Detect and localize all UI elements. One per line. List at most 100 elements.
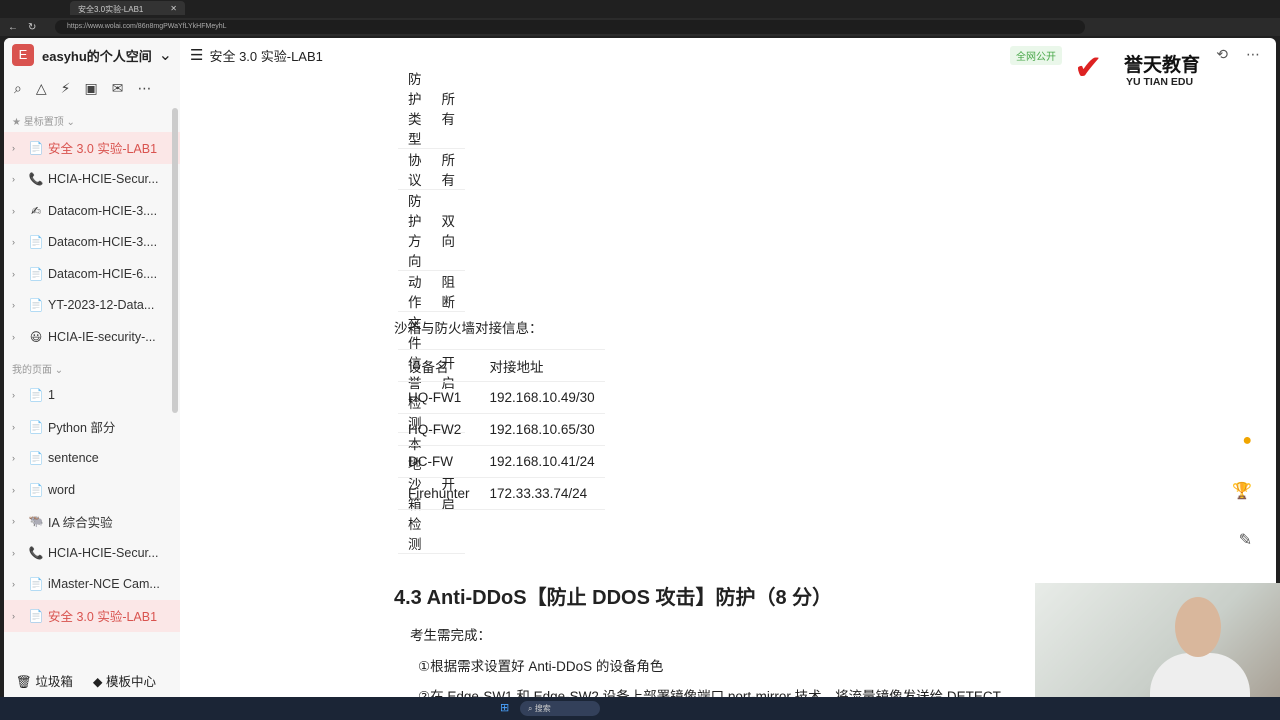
search-icon[interactable]: ⌕: [14, 80, 22, 97]
sidebar-item[interactable]: › 📄 1: [4, 380, 180, 412]
table-cell: 所有: [431, 148, 465, 190]
sidebar-item[interactable]: › 📞 HCIA-HCIE-Secur...: [4, 164, 180, 196]
step-1: ①根据需求设置好 Anti-DDoS 的设备角色: [418, 659, 664, 674]
chevron-right-icon[interactable]: ›: [12, 579, 24, 589]
page-icon: 📄: [28, 419, 44, 434]
sidebar-item-label: word: [48, 482, 76, 497]
chevron-right-icon[interactable]: ›: [12, 485, 24, 495]
my-pages-section[interactable]: 我的页面 ⌄: [4, 353, 180, 380]
table-cell: 192.168.10.41/24: [479, 445, 605, 478]
table-row: DC-FW 192.168.10.41/24: [398, 445, 605, 478]
page-icon: 📄: [28, 608, 44, 623]
sidebar-item[interactable]: › 😃 HCIA-IE-security-...: [4, 321, 180, 353]
taskbar-search[interactable]: ⌕ 搜索: [520, 701, 600, 716]
edit-icon[interactable]: ✎: [1239, 530, 1252, 550]
sidebar-item-label: Datacom-HCIE-3....: [48, 235, 158, 250]
workspace-switcher[interactable]: Eeasyhu的个人空间 ⌄: [4, 38, 180, 72]
table-row: HQ-FW2 192.168.10.65/30: [398, 413, 605, 446]
browser-tabbar: 安全3.0实验-LAB1 ✕: [0, 0, 1280, 16]
menu-icon[interactable]: ☰: [190, 46, 203, 64]
public-badge[interactable]: 全网公开: [1010, 46, 1062, 65]
chevron-right-icon[interactable]: ›: [12, 269, 24, 279]
chevron-right-icon[interactable]: ›: [12, 206, 24, 216]
page-icon: 😃: [29, 329, 43, 344]
history-icon[interactable]: ⟲: [1216, 46, 1228, 63]
trophy-icon[interactable]: 🏆: [1232, 481, 1252, 501]
sidebar-item-label: HCIA-IE-security-...: [48, 329, 156, 344]
page-icon: 📄: [28, 140, 44, 155]
sidebar-scrollbar[interactable]: [172, 108, 178, 413]
yutian-logo: ✔ 誉天教育 YU TIAN EDU: [1072, 46, 1207, 94]
chevron-right-icon[interactable]: ›: [12, 453, 24, 463]
table-row: 设备名 对接地址: [398, 349, 605, 382]
chevron-right-icon[interactable]: ›: [12, 332, 24, 342]
sidebar-item[interactable]: › 📄 word: [4, 474, 180, 506]
back-reload-icons[interactable]: ←↻: [0, 22, 55, 33]
coin-icon[interactable]: ●: [1242, 432, 1252, 450]
chevron-right-icon[interactable]: ›: [12, 516, 24, 526]
table-cell: 双向: [431, 189, 465, 271]
table-cell: 所有: [431, 68, 465, 149]
more-icon[interactable]: ⋯: [1246, 46, 1260, 63]
sidebar-item-label: Python 部分: [48, 421, 116, 436]
chevron-right-icon[interactable]: ›: [12, 548, 24, 558]
table-cell: 协议: [398, 148, 432, 190]
graph-icon[interactable]: △: [36, 80, 47, 97]
sidebar-item[interactable]: › 📄 Datacom-HCIE-3....: [4, 227, 180, 259]
chevron-right-icon[interactable]: ›: [12, 611, 24, 621]
sidebar-item-label: sentence: [48, 451, 99, 466]
sidebar-item-label: HCIA-HCIE-Secur...: [48, 545, 159, 560]
sidebar-item[interactable]: › 📞 HCIA-HCIE-Secur...: [4, 537, 180, 569]
chevron-right-icon[interactable]: ›: [12, 174, 24, 184]
sidebar-item[interactable]: › 📄 安全 3.0 实验-LAB1: [4, 132, 180, 164]
table-cell: HQ-FW1: [398, 381, 480, 414]
browser-tab[interactable]: 安全3.0实验-LAB1 ✕: [70, 1, 185, 15]
sidebar-item[interactable]: › ✍ Datacom-HCIE-3....: [4, 195, 180, 227]
trash-button[interactable]: 🗑 垃圾箱: [16, 671, 73, 690]
chevron-right-icon[interactable]: ›: [12, 300, 24, 310]
sidebar-item[interactable]: › 📄 YT-2023-12-Data...: [4, 290, 180, 322]
page-icon: 📄: [28, 482, 44, 497]
table-cell: HQ-FW2: [398, 413, 480, 446]
chevron-right-icon[interactable]: ›: [12, 390, 24, 400]
quick-action-icon[interactable]: ⚡: [61, 80, 71, 97]
candidate-text: 考生需完成：: [410, 628, 491, 643]
table-cell: 防护类型: [398, 68, 432, 149]
table-row: 防护类型 所有: [398, 68, 465, 149]
sidebar-item-label: YT-2023-12-Data...: [48, 298, 155, 313]
more-icon[interactable]: ⋯: [137, 80, 151, 97]
page-icon: ✍: [30, 203, 42, 218]
page-icon: 📄: [28, 235, 44, 250]
sidebar-item[interactable]: › 📄 sentence: [4, 443, 180, 475]
sandbox-table: 设备名 对接地址 HQ-FW1 192.168.10.49/30 HQ-FW2 192.1…: [398, 349, 605, 510]
page-icon: 🐃: [28, 514, 44, 529]
sidebar-item[interactable]: › 📄 安全 3.0 实验-LAB1: [4, 600, 180, 632]
sidebar-item-label: Datacom-HCIE-6....: [48, 266, 158, 281]
page-icon: 📄: [28, 388, 44, 403]
sidebar-item[interactable]: › 📄 iMaster-NCE Cam...: [4, 569, 180, 601]
chevron-right-icon[interactable]: ›: [12, 422, 24, 432]
inbox-icon[interactable]: ✉: [112, 80, 124, 97]
start-icon[interactable]: ⊞: [500, 701, 509, 714]
chevron-right-icon[interactable]: ›: [12, 143, 24, 153]
starred-section[interactable]: ★ 星标置顶 ⌄: [4, 105, 180, 132]
table-row: Firehunter 172.33.33.74/24: [398, 477, 605, 510]
sidebar-item[interactable]: › 🐃 IA 综合实验: [4, 506, 180, 538]
templates-button[interactable]: ◆ 模板中心: [93, 671, 156, 690]
table-cell: 192.168.10.49/30: [479, 381, 605, 414]
table-row: 防护方向 双向: [398, 189, 465, 271]
url-field[interactable]: https://www.wolai.com/86n8mgPWaYfLYkHFMe…: [55, 20, 1085, 34]
page-icon[interactable]: ▣: [84, 80, 97, 97]
page-icon: 📄: [28, 298, 44, 313]
sidebar-item[interactable]: › 📄 Python 部分: [4, 411, 180, 443]
page-icon: 📄: [28, 577, 44, 592]
sidebar: Eeasyhu的个人空间 ⌄ ⌕ △ ⚡ ▣ ✉ ⋯ ★ 星标置顶 ⌄ › 📄 安全 3.0 实…: [4, 38, 180, 697]
sidebar-item-label: IA 综合实验: [48, 515, 113, 530]
table-cell: 172.33.33.74/24: [479, 477, 605, 510]
close-tab-icon[interactable]: ✕: [170, 4, 177, 13]
chevron-right-icon[interactable]: ›: [12, 237, 24, 247]
table-cell: 阻断: [431, 270, 465, 312]
chevron-down-icon: ⌄: [158, 47, 172, 64]
page-icon: 📄: [28, 266, 44, 281]
sidebar-item[interactable]: › 📄 Datacom-HCIE-6....: [4, 258, 180, 290]
